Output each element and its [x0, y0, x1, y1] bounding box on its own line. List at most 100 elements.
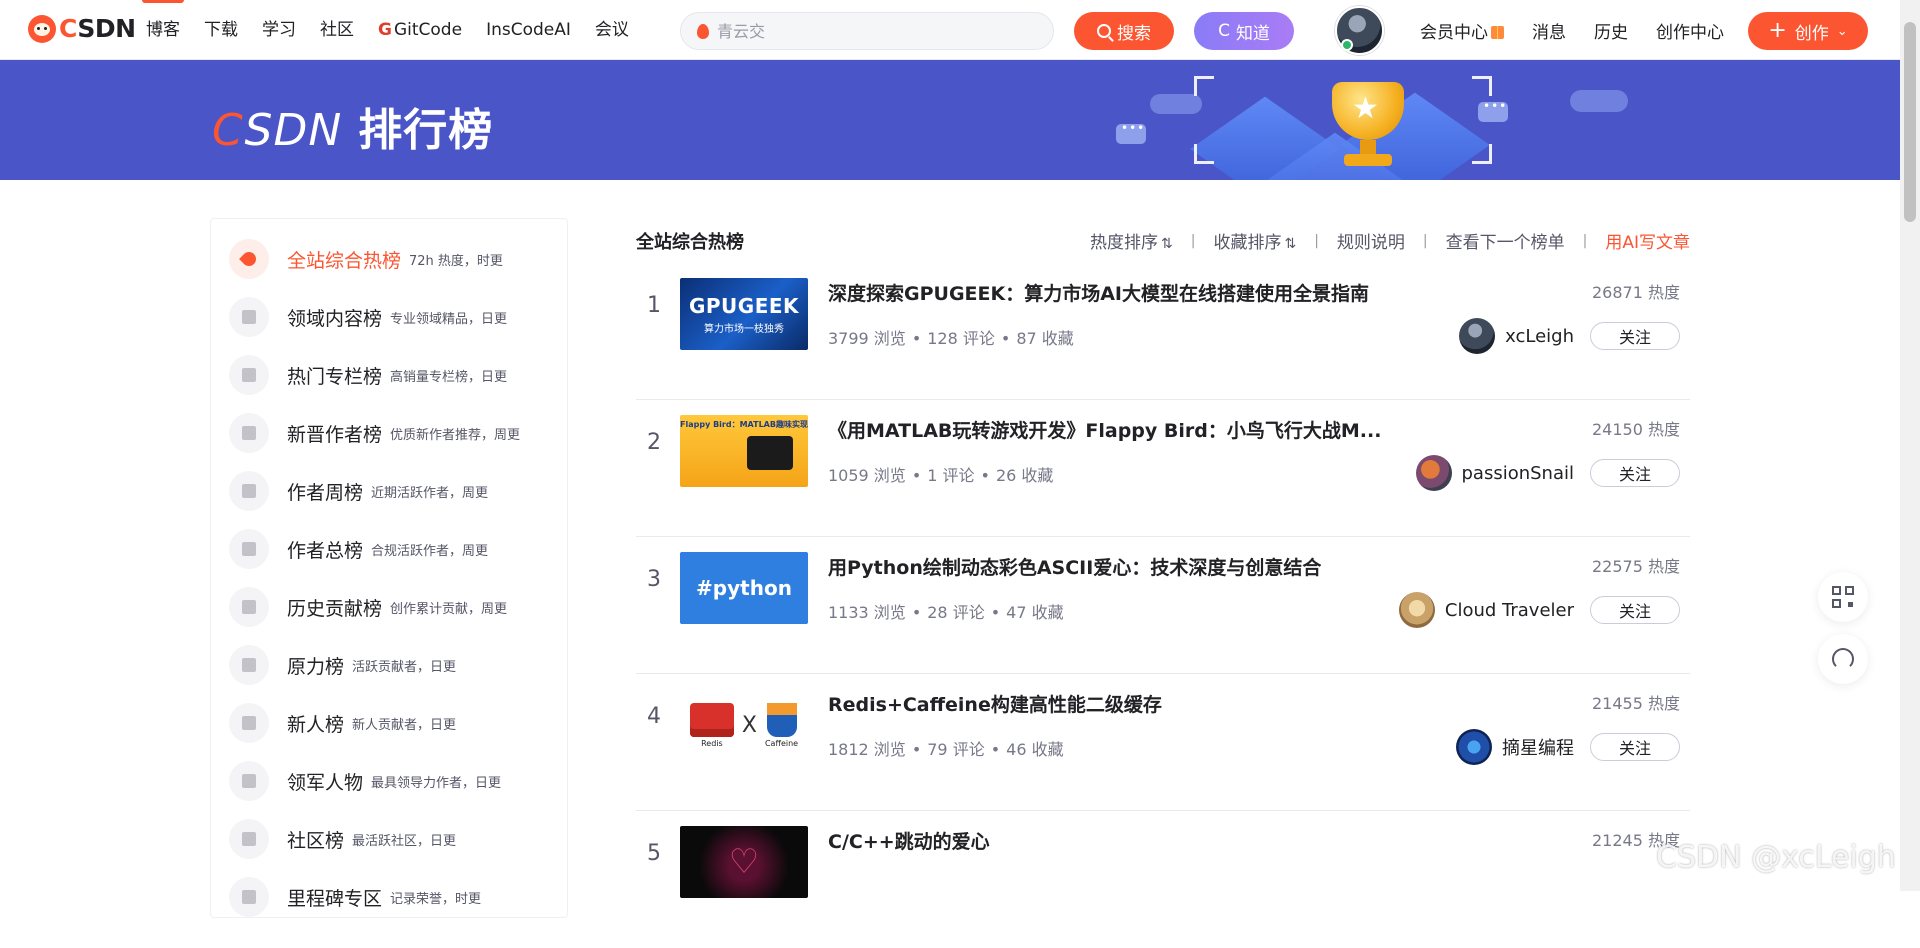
ranking-sidebar: 全站综合热榜 72h 热度，时更 领域内容榜 专业领域精品，日更 热门专栏榜 高…	[210, 218, 568, 918]
author-name[interactable]: passionSnail	[1462, 463, 1575, 484]
article-thumbnail[interactable]: Flappy Bird：MATLAB趣味实现	[680, 415, 808, 487]
favorite-count: 46 收藏	[1006, 740, 1064, 759]
rocket-icon	[229, 239, 269, 279]
newbie-icon	[229, 703, 269, 743]
sort-heat-label: 热度排序	[1090, 233, 1158, 253]
article-row[interactable]: 5 ♡ C/C++跳动的爱心 21245 热度	[636, 811, 1690, 948]
nav-blog[interactable]: 博客	[142, 0, 184, 60]
medal-icon	[229, 761, 269, 801]
author-name[interactable]: 摘星编程	[1502, 734, 1574, 760]
qr-code-button[interactable]	[1818, 572, 1868, 622]
search-button[interactable]: 搜索	[1074, 12, 1174, 50]
article-row[interactable]: 4 Redis X Caffeine Redis+Caffeine构建高性能二级…	[636, 674, 1690, 811]
force-icon	[229, 645, 269, 685]
article-meta: 1133 浏览 • 28 评论 • 47 收藏	[828, 603, 1064, 622]
view-count: 1812 浏览	[828, 740, 906, 759]
author-avatar[interactable]	[1415, 455, 1452, 491]
sidebar-item-history-contrib[interactable]: 历史贡献榜 创作累计贡献，周更	[229, 587, 507, 627]
sidebar-item-label: 作者总榜	[287, 539, 364, 562]
ai-write-link[interactable]: 用AI写文章	[1605, 228, 1690, 253]
heat-score: 24150 热度	[1592, 420, 1680, 439]
nav-gitcode[interactable]: G GitCode	[378, 0, 462, 60]
sidebar-item-author-week[interactable]: 作者周榜 近期活跃作者，周更	[229, 471, 488, 511]
article-title[interactable]: 深度探索GPUGEEK：算力市场AI大模型在线搭建使用全景指南	[828, 279, 1369, 306]
nav-inscodeai[interactable]: InsCodeAI	[486, 0, 571, 60]
sidebar-item-desc: 活跃贡献者，日更	[352, 659, 457, 675]
next-list-link[interactable]: 查看下一个榜单	[1446, 228, 1565, 253]
article-title[interactable]: 用Python绘制动态彩色ASCII爱心：技术深度与创意结合	[828, 553, 1321, 580]
sidebar-item-domain[interactable]: 领域内容榜 专业领域精品，日更	[229, 297, 507, 337]
scrollbar-thumb[interactable]	[1904, 22, 1916, 222]
sidebar-item-leader[interactable]: 领军人物 最具领导力作者，日更	[229, 761, 501, 801]
user-avatar[interactable]	[1335, 6, 1384, 55]
heat-score: 26871 热度	[1592, 283, 1680, 302]
article-thumbnail[interactable]: #python	[680, 552, 808, 624]
headset-icon	[1832, 648, 1854, 670]
article-title[interactable]: 《用MATLAB玩转游戏开发》Flappy Bird：小鸟飞行大战M...	[828, 416, 1381, 443]
book-icon	[229, 355, 269, 395]
sidebar-item-force[interactable]: 原力榜 活跃贡献者，日更	[229, 645, 456, 685]
follow-button[interactable]: 关注	[1590, 733, 1680, 761]
sort-by-heat-link[interactable]: 热度排序 ⇅	[1090, 228, 1173, 253]
create-button[interactable]: + 创作 ⌄	[1748, 12, 1868, 50]
article-title[interactable]: C/C++跳动的爱心	[828, 827, 990, 854]
sidebar-item-desc: 高销量专栏榜，日更	[390, 369, 508, 385]
search-input[interactable]	[717, 21, 1017, 41]
article-thumbnail[interactable]: Redis X Caffeine	[680, 689, 808, 761]
thumbnail-subtext: 算力市场一枝独秀	[704, 323, 784, 335]
sidebar-item-column[interactable]: 热门专栏榜 高销量专栏榜，日更	[229, 355, 507, 395]
sidebar-item-label: 全站综合热榜	[287, 249, 402, 272]
author-avatar[interactable]	[1459, 318, 1496, 354]
article-meta: 1059 浏览 • 1 评论 • 26 收藏	[828, 466, 1054, 485]
banner-title-text: 排行榜	[358, 105, 494, 156]
rules-link[interactable]: 规则说明	[1337, 228, 1405, 253]
article-thumbnail[interactable]: ♡	[680, 826, 808, 898]
sidebar-item-label: 热门专栏榜	[287, 365, 383, 388]
nav-learn[interactable]: 学习	[262, 0, 296, 60]
divider: |	[1422, 232, 1428, 249]
heat-score: 22575 热度	[1592, 557, 1680, 576]
csdn-logo[interactable]: CSDN	[28, 14, 136, 43]
member-center-link[interactable]: 会员中心	[1420, 18, 1504, 43]
trophy-icon: ★	[1320, 78, 1416, 174]
sidebar-item-label: 原力榜	[287, 655, 345, 678]
author-avatar[interactable]	[1456, 729, 1492, 765]
zhidao-button[interactable]: C 知道	[1194, 12, 1294, 50]
sidebar-item-community[interactable]: 社区榜 最活跃社区，日更	[229, 819, 456, 859]
sidebar-item-site-hot[interactable]: 全站综合热榜 72h 热度，时更	[229, 239, 503, 279]
csdn-logo-text: CSDN	[59, 14, 136, 43]
article-row[interactable]: 2 Flappy Bird：MATLAB趣味实现 《用MATLAB玩转游戏开发》…	[636, 400, 1690, 537]
nav-conference[interactable]: 会议	[595, 0, 629, 60]
sidebar-item-new-author[interactable]: 新晋作者榜 优质新作者推荐，周更	[229, 413, 520, 453]
sidebar-item-desc: 72h 热度，时更	[409, 253, 503, 269]
author-info: Cloud Traveler 关注	[1398, 592, 1680, 628]
sort-arrow-icon: ⇅	[1161, 236, 1173, 252]
article-row[interactable]: 3 #python 用Python绘制动态彩色ASCII爱心：技术深度与创意结合…	[636, 537, 1690, 674]
follow-button[interactable]: 关注	[1590, 459, 1680, 487]
customer-service-button[interactable]	[1818, 634, 1868, 684]
view-count: 3799 浏览	[828, 329, 906, 348]
article-title[interactable]: Redis+Caffeine构建高性能二级缓存	[828, 690, 1162, 717]
follow-button[interactable]: 关注	[1590, 596, 1680, 624]
sidebar-item-newbie[interactable]: 新人榜 新人贡献者，日更	[229, 703, 456, 743]
comment-count: 1 评论	[927, 466, 975, 485]
online-status-icon	[1341, 39, 1353, 51]
create-button-label: 创作	[1794, 23, 1829, 44]
author-name[interactable]: xcLeigh	[1505, 326, 1574, 347]
rank-number: 1	[647, 293, 661, 318]
article-row[interactable]: 1 GPUGEEK 算力市场一枝独秀 深度探索GPUGEEK：算力市场AI大模型…	[636, 263, 1690, 400]
nav-community[interactable]: 社区	[320, 0, 354, 60]
history-link[interactable]: 历史	[1594, 18, 1628, 43]
sidebar-item-author-total[interactable]: 作者总榜 合规活跃作者，周更	[229, 529, 488, 569]
sort-by-favorite-link[interactable]: 收藏排序 ⇅	[1213, 228, 1296, 253]
sidebar-item-milestone[interactable]: 里程碑专区 记录荣誉，时更	[229, 877, 481, 917]
author-avatar[interactable]	[1398, 592, 1435, 628]
banner-csdn-logo: CSDN	[212, 105, 343, 156]
messages-link[interactable]: 消息	[1532, 18, 1566, 43]
creation-center-link[interactable]: 创作中心	[1656, 18, 1724, 43]
author-name[interactable]: Cloud Traveler	[1445, 600, 1574, 621]
nav-download[interactable]: 下载	[204, 0, 238, 60]
view-count: 1133 浏览	[828, 603, 906, 622]
follow-button[interactable]: 关注	[1590, 322, 1680, 350]
article-thumbnail[interactable]: GPUGEEK 算力市场一枝独秀	[680, 278, 808, 350]
